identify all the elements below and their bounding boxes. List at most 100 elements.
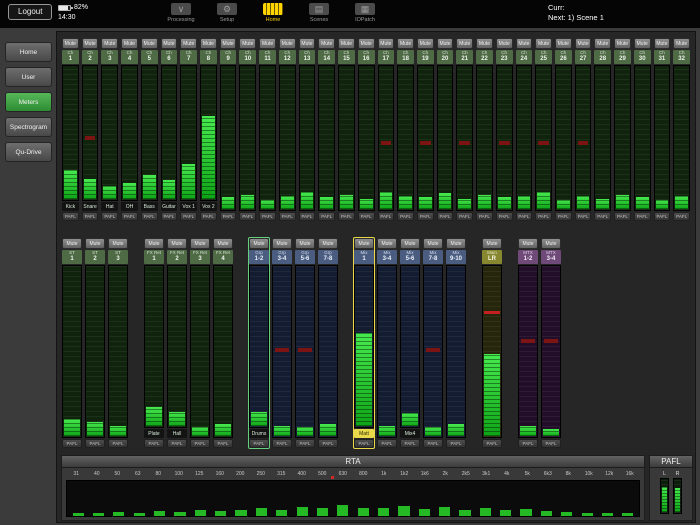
sidebar-item-meters[interactable]: Meters [5,92,52,112]
mute-button[interactable]: Mute [482,238,502,249]
pafl-button[interactable]: PAFL [295,439,315,448]
mute-button[interactable]: Mute [423,238,443,249]
channel-header[interactable]: FX Ret 4 [213,250,233,264]
sidebar-item-user[interactable]: User [5,67,52,87]
mute-button[interactable]: Mute [85,238,105,249]
mute-button[interactable]: Mute [594,38,612,49]
channel-header[interactable]: Ch 31 [653,50,671,64]
channel-header[interactable]: Ch 13 [298,50,316,64]
channel-header[interactable]: Ch 28 [594,50,612,64]
mute-button[interactable]: Mute [456,38,474,49]
pafl-button[interactable]: PAFL [456,212,474,221]
channel-header[interactable]: Mix 7-8 [423,250,443,264]
mute-button[interactable]: Mute [357,38,375,49]
pafl-button[interactable]: PAFL [62,439,82,448]
pafl-button[interactable]: PAFL [476,212,493,221]
pafl-button[interactable]: PAFL [338,212,355,221]
sidebar-item-home[interactable]: Home [5,42,52,62]
mute-button[interactable]: Mute [295,238,315,249]
mute-button[interactable]: Mute [633,38,651,49]
pafl-button[interactable]: PAFL [298,212,316,221]
nav-item-setup[interactable]: ⚙ Setup [206,2,248,23]
sidebar-item-qu-drive[interactable]: Qu-Drive [5,142,52,162]
pafl-button[interactable]: PAFL [167,439,187,448]
channel-header[interactable]: Ch 11 [259,50,276,64]
channel-header[interactable]: MTX 1-2 [518,250,538,264]
pafl-button[interactable]: PAFL [482,439,502,448]
mute-button[interactable]: Mute [653,38,671,49]
channel-header[interactable]: Ch 4 [121,50,138,64]
pafl-button[interactable]: PAFL [190,439,210,448]
pafl-button[interactable]: PAFL [541,439,561,448]
mute-button[interactable]: Mute [476,38,493,49]
mute-button[interactable]: Mute [108,238,128,249]
channel-header[interactable]: Ch 18 [397,50,414,64]
channel-header[interactable]: Ch 3 [101,50,119,64]
channel-header[interactable]: Grp 1-2 [249,250,269,264]
nav-item-home[interactable]: Home [252,2,294,23]
pafl-button[interactable]: PAFL [377,212,395,221]
pafl-button[interactable]: PAFL [85,439,105,448]
channel-header[interactable]: Ch 32 [673,50,690,64]
channel-header[interactable]: Ch 25 [535,50,552,64]
mute-button[interactable]: Mute [541,238,561,249]
mute-button[interactable]: Mute [400,238,420,249]
pafl-button[interactable]: PAFL [121,212,138,221]
pafl-button[interactable]: PAFL [535,212,552,221]
channel-header[interactable]: Ch 14 [318,50,336,64]
pafl-button[interactable]: PAFL [318,439,338,448]
mute-button[interactable]: Mute [318,38,336,49]
pafl-button[interactable]: PAFL [200,212,217,221]
mute-button[interactable]: Mute [249,238,269,249]
channel-header[interactable]: Mix 5-6 [400,250,420,264]
channel-header[interactable]: Mix 9-10 [446,250,466,264]
pafl-button[interactable]: PAFL [446,439,466,448]
mute-button[interactable]: Mute [140,38,158,49]
pafl-button[interactable]: PAFL [436,212,454,221]
mute-button[interactable]: Mute [436,38,454,49]
mute-button[interactable]: Mute [272,238,292,249]
mute-button[interactable]: Mute [298,38,316,49]
mute-button[interactable]: Mute [446,238,466,249]
pafl-button[interactable]: PAFL [423,439,443,448]
nav-item-scenes[interactable]: ▤ Scenes [298,2,340,23]
mute-button[interactable]: Mute [416,38,434,49]
mute-button[interactable]: Mute [554,38,572,49]
channel-header[interactable]: Ch 27 [574,50,592,64]
mute-button[interactable]: Mute [200,38,217,49]
channel-header[interactable]: FX Ret 1 [144,250,164,264]
pafl-button[interactable]: PAFL [397,212,414,221]
mute-button[interactable]: Mute [144,238,164,249]
channel-header[interactable]: Ch 19 [416,50,434,64]
channel-header[interactable]: ST 2 [85,250,105,264]
mute-button[interactable]: Mute [338,38,355,49]
pafl-button[interactable]: PAFL [574,212,592,221]
pafl-button[interactable]: PAFL [354,439,374,448]
mute-button[interactable]: Mute [535,38,552,49]
mute-button[interactable]: Mute [81,38,99,49]
channel-header[interactable]: Main LR [482,250,502,264]
channel-header[interactable]: Ch 20 [436,50,454,64]
mute-button[interactable]: Mute [495,38,513,49]
pafl-button[interactable]: PAFL [673,212,690,221]
channel-header[interactable]: Grp 3-4 [272,250,292,264]
mute-button[interactable]: Mute [377,238,397,249]
mute-button[interactable]: Mute [219,38,237,49]
pafl-button[interactable]: PAFL [594,212,612,221]
mute-button[interactable]: Mute [278,38,296,49]
nav-item-processing[interactable]: ∨ Processing [160,2,202,23]
channel-header[interactable]: Mix 3-4 [377,250,397,264]
mute-button[interactable]: Mute [62,38,79,49]
channel-header[interactable]: Ch 30 [633,50,651,64]
mute-button[interactable]: Mute [397,38,414,49]
pafl-button[interactable]: PAFL [518,439,538,448]
mute-button[interactable]: Mute [190,238,210,249]
pafl-button[interactable]: PAFL [180,212,198,221]
channel-header[interactable]: Ch 22 [476,50,493,64]
channel-header[interactable]: Ch 12 [278,50,296,64]
pafl-button[interactable]: PAFL [400,439,420,448]
channel-header[interactable]: Ch 8 [200,50,217,64]
mute-button[interactable]: Mute [167,238,187,249]
pafl-button[interactable]: PAFL [377,439,397,448]
channel-header[interactable]: Grp 5-6 [295,250,315,264]
